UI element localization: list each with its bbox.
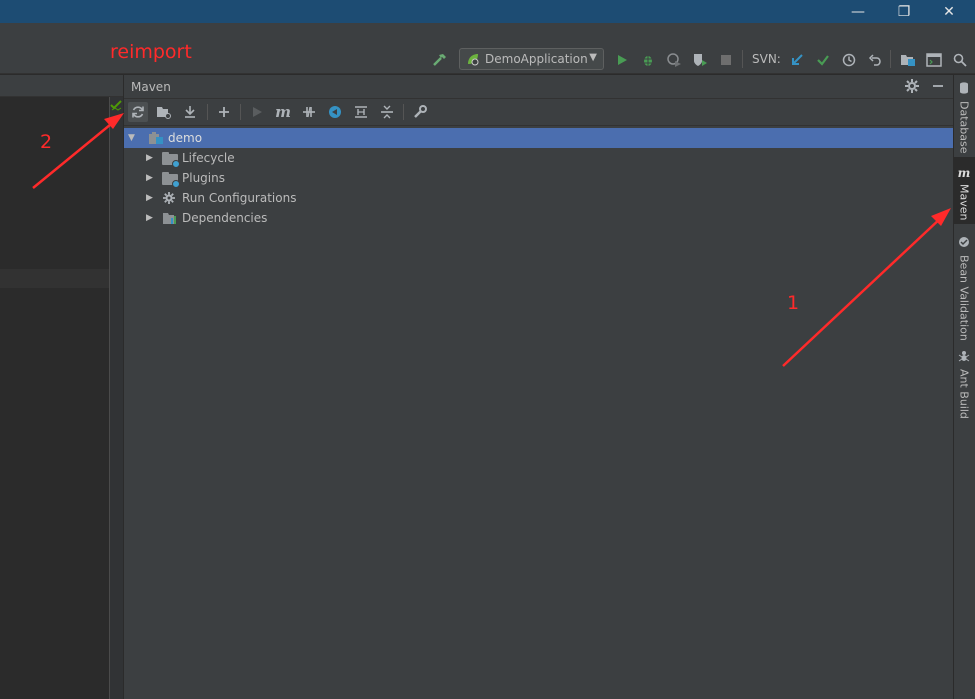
annotation-arrow-1: [782, 208, 951, 367]
annotation-arrows: [32, 113, 951, 367]
annotation-arrow-2: [32, 113, 124, 189]
